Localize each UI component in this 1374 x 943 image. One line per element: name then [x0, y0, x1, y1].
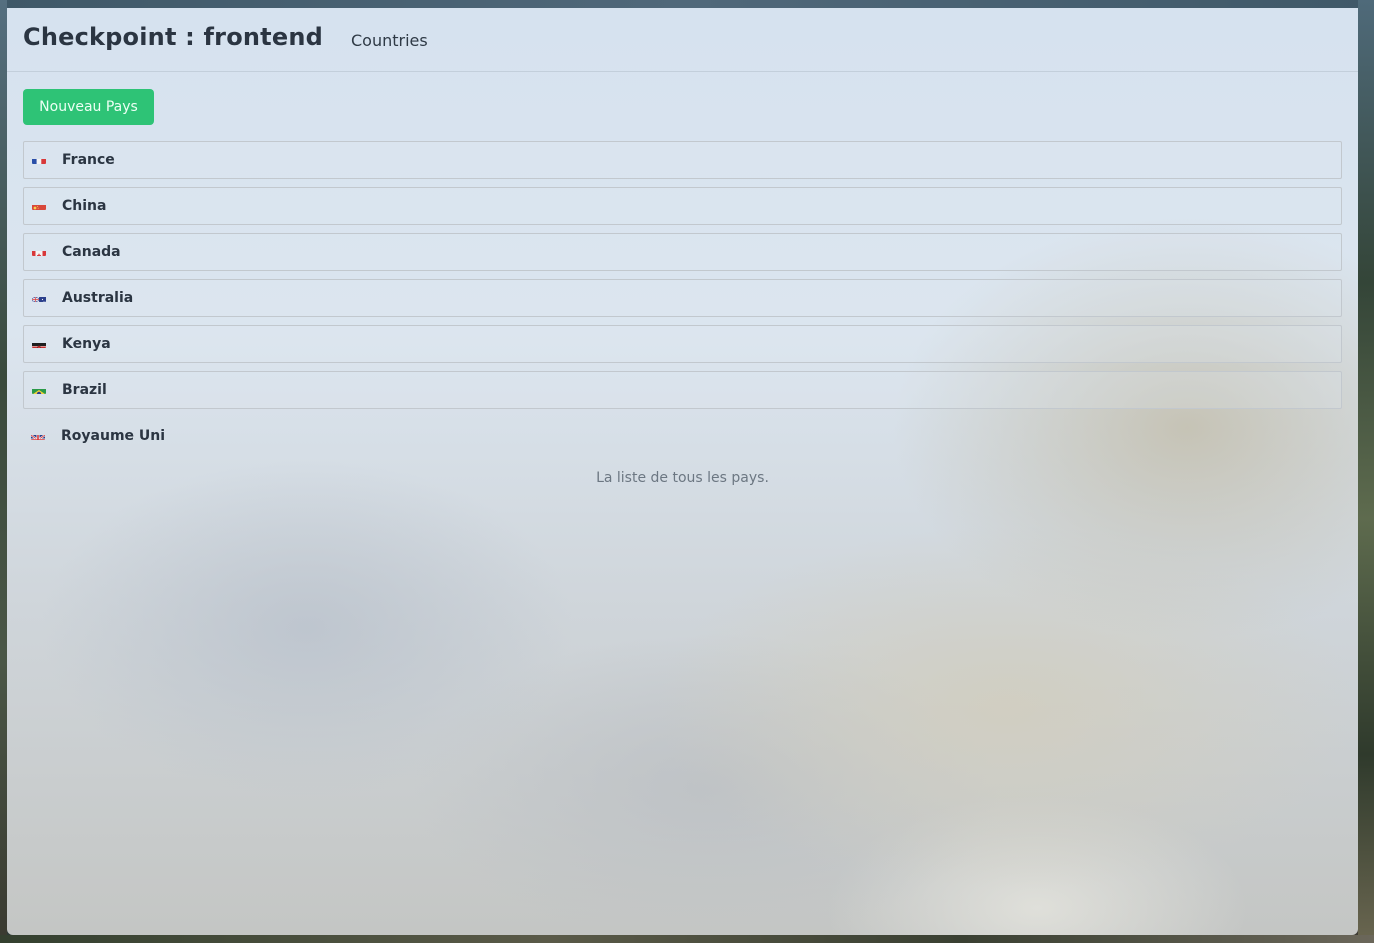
- list-item[interactable]: Australia: [23, 279, 1342, 317]
- desktop-background-right: [1358, 0, 1374, 943]
- flag-united-kingdom-icon: [31, 430, 45, 440]
- list-item[interactable]: France: [23, 141, 1342, 179]
- list-item[interactable]: China: [23, 187, 1342, 225]
- desktop-background-bottom: [0, 935, 1374, 943]
- country-name: Australia: [62, 290, 134, 306]
- country-name: Canada: [62, 244, 121, 260]
- country-list: France China Canada Australia Kenya Braz…: [23, 141, 1342, 463]
- navbar: Checkpoint : frontend Countries: [7, 8, 1358, 72]
- new-country-button[interactable]: Nouveau Pays: [23, 89, 154, 125]
- desktop-background-top: [0, 0, 1374, 8]
- flag-brazil-icon: [32, 384, 46, 394]
- list-item[interactable]: Canada: [23, 233, 1342, 271]
- browser-window: Checkpoint : frontend Countries Nouveau …: [7, 8, 1358, 935]
- nav-link-countries[interactable]: Countries: [351, 31, 428, 50]
- flag-china-icon: [32, 200, 46, 210]
- list-caption: La liste de tous les pays.: [596, 470, 769, 486]
- country-name: China: [62, 198, 107, 214]
- desktop-background-left: [0, 0, 7, 943]
- flag-australia-icon: [32, 292, 46, 302]
- flag-canada-icon: [32, 246, 46, 256]
- list-item[interactable]: Kenya: [23, 325, 1342, 363]
- country-name: Royaume Uni: [61, 428, 166, 444]
- flag-france-icon: [32, 154, 46, 164]
- country-name: Kenya: [62, 336, 111, 352]
- country-name: Brazil: [62, 382, 107, 398]
- app-title[interactable]: Checkpoint : frontend: [23, 23, 323, 51]
- list-item[interactable]: Brazil: [23, 371, 1342, 409]
- list-item[interactable]: Royaume Uni: [23, 417, 1342, 455]
- country-name: France: [62, 152, 115, 168]
- flag-kenya-icon: [32, 338, 46, 348]
